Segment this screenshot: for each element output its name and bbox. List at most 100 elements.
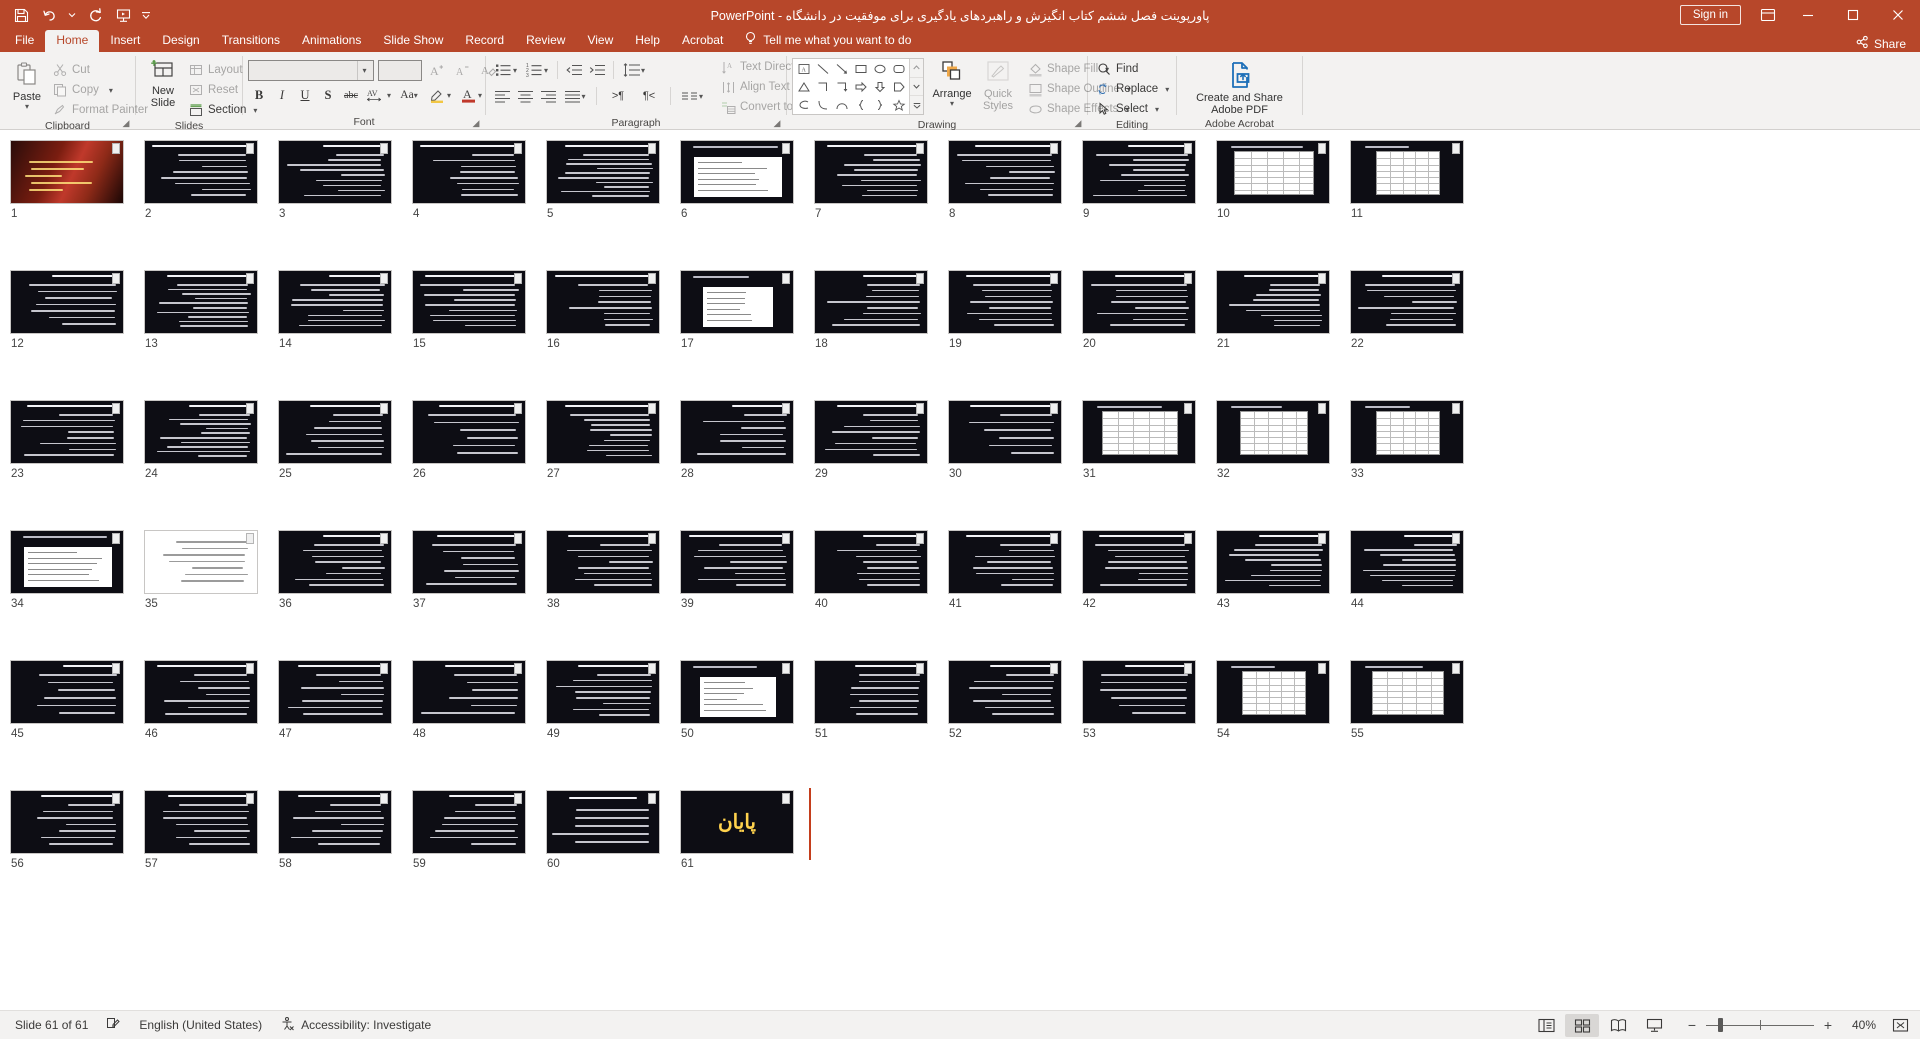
reading-view-button[interactable] bbox=[1601, 1014, 1635, 1037]
shape-arrow-icon[interactable] bbox=[832, 60, 851, 78]
slide-thumbnail[interactable] bbox=[814, 660, 928, 724]
paste-button[interactable]: Paste ▾ bbox=[5, 59, 49, 112]
text-highlight-color-button[interactable]: ▾ bbox=[425, 84, 455, 106]
shapes-scroll-up-button[interactable] bbox=[910, 59, 923, 77]
create-and-share-adobe-pdf-button[interactable]: Create and Share Adobe PDF bbox=[1182, 58, 1297, 118]
tab-file[interactable]: File bbox=[4, 30, 45, 52]
slide-cell[interactable]: 39 bbox=[680, 530, 814, 610]
slide-thumbnail[interactable] bbox=[546, 270, 660, 334]
increase-indent-button[interactable] bbox=[586, 59, 608, 81]
slide-cell[interactable]: 44 bbox=[1350, 530, 1484, 610]
slide-thumbnail[interactable] bbox=[1350, 660, 1464, 724]
slide-thumbnail[interactable] bbox=[144, 270, 258, 334]
slide-cell[interactable]: 43 bbox=[1216, 530, 1350, 610]
slide-thumbnail[interactable] bbox=[546, 140, 660, 204]
shape-right-arrow-icon[interactable] bbox=[851, 78, 870, 96]
ltr-text-direction-button[interactable]: >¶ bbox=[603, 85, 633, 107]
tab-animations[interactable]: Animations bbox=[291, 30, 372, 52]
slide-cell[interactable]: 18 bbox=[814, 270, 948, 350]
slide-cell[interactable]: 4 bbox=[412, 140, 546, 220]
slide-cell[interactable]: 24 bbox=[144, 400, 278, 480]
slide-thumbnail[interactable] bbox=[948, 270, 1062, 334]
shape-triangle-icon[interactable] bbox=[794, 78, 813, 96]
slide-thumbnail[interactable] bbox=[1082, 140, 1196, 204]
slide-thumbnail[interactable] bbox=[10, 140, 124, 204]
slide-thumbnail[interactable] bbox=[814, 140, 928, 204]
slide-cell[interactable]: 53 bbox=[1082, 660, 1216, 740]
restore-button[interactable] bbox=[1830, 0, 1875, 30]
shape-star-icon[interactable] bbox=[889, 96, 908, 114]
slide-cell[interactable]: 34 bbox=[10, 530, 144, 610]
slide-cell[interactable]: 25 bbox=[278, 400, 412, 480]
slide-cell[interactable]: 20 bbox=[1082, 270, 1216, 350]
shape-oval-icon[interactable] bbox=[870, 60, 889, 78]
numbering-button[interactable]: 123 ▾ bbox=[522, 59, 552, 81]
font-color-dropdown-icon[interactable]: ▾ bbox=[478, 91, 482, 99]
select-button[interactable]: Select ▾ bbox=[1093, 99, 1174, 119]
slide-thumbnail[interactable] bbox=[144, 660, 258, 724]
slide-thumbnail[interactable] bbox=[680, 400, 794, 464]
slide-thumbnail[interactable] bbox=[814, 530, 928, 594]
replace-dropdown-icon[interactable]: ▾ bbox=[1165, 85, 1169, 93]
slide-cell[interactable]: 12 bbox=[10, 270, 144, 350]
zoom-percentage[interactable]: 40% bbox=[1842, 1018, 1876, 1032]
tab-transitions[interactable]: Transitions bbox=[211, 30, 291, 52]
slide-cell[interactable]: 59 bbox=[412, 790, 546, 870]
replace-button[interactable]: bc Replace ▾ bbox=[1093, 79, 1174, 99]
slide-thumbnail[interactable] bbox=[144, 790, 258, 854]
slide-cell[interactable]: 49 bbox=[546, 660, 680, 740]
slide-thumbnail[interactable] bbox=[680, 140, 794, 204]
slide-cell[interactable]: 13 bbox=[144, 270, 278, 350]
tell-me-search[interactable]: Tell me what you want to do bbox=[734, 29, 921, 52]
shape-arc-icon[interactable] bbox=[832, 96, 851, 114]
slide-cell[interactable]: 8 bbox=[948, 140, 1082, 220]
justify-button[interactable]: ▾ bbox=[560, 85, 590, 107]
slide-cell[interactable]: 7 bbox=[814, 140, 948, 220]
zoom-out-button[interactable]: − bbox=[1685, 1015, 1699, 1035]
shape-rounded-rect-icon[interactable] bbox=[889, 60, 908, 78]
slide-cell[interactable]: 45 bbox=[10, 660, 144, 740]
slide-cell[interactable]: 6 bbox=[680, 140, 814, 220]
slide-thumbnail[interactable] bbox=[412, 400, 526, 464]
slide-cell[interactable]: 9 bbox=[1082, 140, 1216, 220]
slide-thumbnail[interactable] bbox=[680, 660, 794, 724]
minimize-button[interactable] bbox=[1785, 0, 1830, 30]
slide-thumbnail[interactable] bbox=[948, 660, 1062, 724]
shape-rectangle-icon[interactable] bbox=[851, 60, 870, 78]
slide-thumbnail[interactable] bbox=[1350, 530, 1464, 594]
slide-thumbnail[interactable] bbox=[680, 270, 794, 334]
slide-thumbnail[interactable] bbox=[546, 530, 660, 594]
customize-quick-access-toolbar-icon[interactable] bbox=[138, 3, 154, 27]
bold-button[interactable]: B bbox=[248, 84, 270, 106]
tab-help[interactable]: Help bbox=[624, 30, 671, 52]
slide-thumbnail[interactable] bbox=[1216, 270, 1330, 334]
slide-thumbnail[interactable] bbox=[10, 790, 124, 854]
highlight-dropdown-icon[interactable]: ▾ bbox=[447, 91, 451, 99]
change-case-dropdown-icon[interactable]: ▾ bbox=[414, 91, 418, 99]
slide-sorter-view-button[interactable] bbox=[1565, 1013, 1599, 1037]
slide-thumbnail[interactable] bbox=[10, 400, 124, 464]
slide-cell[interactable]: 60 bbox=[546, 790, 680, 870]
slide-cell[interactable]: 28 bbox=[680, 400, 814, 480]
character-spacing-button[interactable]: AV ▾ bbox=[363, 84, 393, 106]
ribbon-display-options-icon[interactable] bbox=[1751, 0, 1785, 30]
slide-thumbnail[interactable] bbox=[144, 400, 258, 464]
slide-thumbnail[interactable] bbox=[814, 400, 928, 464]
font-dialog-launcher[interactable]: ◢ bbox=[470, 117, 482, 129]
columns-button[interactable]: ▾ bbox=[677, 85, 707, 107]
slide-thumbnail[interactable] bbox=[1082, 400, 1196, 464]
slide-cell[interactable]: 1 bbox=[10, 140, 144, 220]
slide-thumbnail[interactable] bbox=[412, 140, 526, 204]
slide-thumbnail[interactable] bbox=[1350, 400, 1464, 464]
slide-thumbnail[interactable] bbox=[278, 790, 392, 854]
slide-cell[interactable]: 29 bbox=[814, 400, 948, 480]
zoom-slider[interactable] bbox=[1706, 1018, 1814, 1032]
copy-dropdown-icon[interactable]: ▾ bbox=[109, 86, 113, 94]
slide-thumbnail[interactable] bbox=[546, 400, 660, 464]
slide-thumbnail[interactable] bbox=[1216, 530, 1330, 594]
zoom-in-button[interactable]: + bbox=[1821, 1015, 1835, 1035]
new-slide-button[interactable]: New Slide bbox=[141, 57, 185, 111]
slide-thumbnail[interactable] bbox=[1350, 270, 1464, 334]
font-name-input[interactable]: ▾ bbox=[248, 59, 374, 81]
rtl-text-direction-button[interactable]: ¶< bbox=[634, 85, 664, 107]
